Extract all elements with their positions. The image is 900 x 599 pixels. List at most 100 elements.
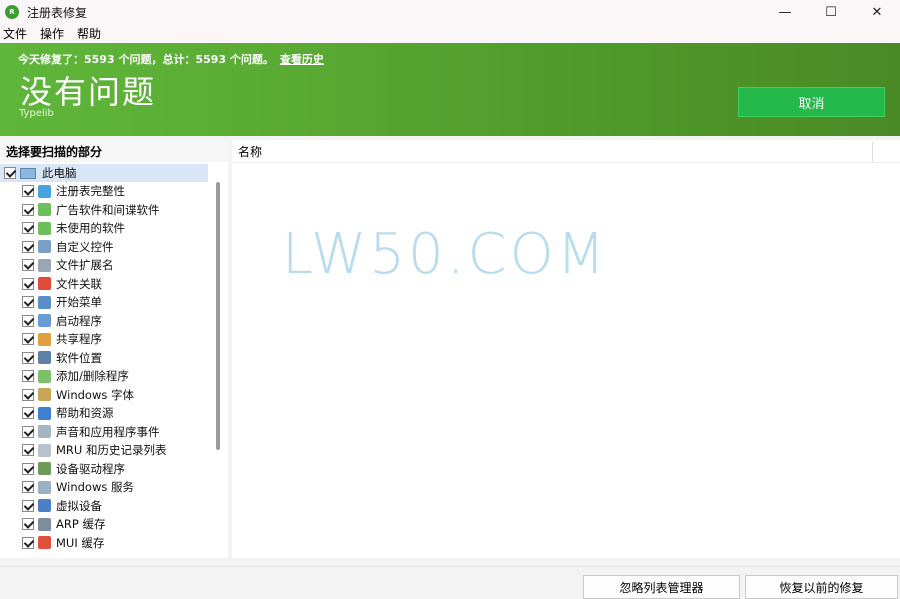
section-item[interactable]: ARP 缓存 (0, 515, 214, 534)
view-history-link[interactable]: 查看历史 (280, 53, 324, 66)
menu-bar: 文件 操作 帮助 (0, 24, 900, 43)
section-label: 声音和应用程序事件 (56, 424, 160, 439)
section-label: Windows 服务 (56, 480, 134, 495)
help-icon (38, 406, 51, 420)
computer-icon (20, 167, 36, 179)
section-item[interactable]: Windows 字体 (0, 386, 214, 405)
driver-icon (38, 462, 51, 476)
window-title: 注册表修复 (27, 5, 88, 20)
virtual-device-icon (38, 499, 51, 513)
root-checkbox[interactable] (4, 167, 16, 179)
ignore-list-manager-button[interactable]: 忽略列表管理器 (583, 575, 740, 599)
section-checkbox[interactable] (22, 203, 34, 216)
watermark: LW50.COM (282, 222, 608, 287)
section-item[interactable]: 文件扩展名 (0, 256, 214, 275)
column-name-label: 名称 (238, 144, 263, 159)
section-checkbox[interactable] (22, 481, 34, 494)
registry-icon (38, 184, 51, 198)
section-item[interactable]: 开始菜单 (0, 293, 214, 312)
section-checkbox[interactable] (22, 296, 34, 309)
cancel-button[interactable]: 取消 (738, 87, 885, 117)
section-item[interactable]: 自定义控件 (0, 238, 214, 257)
section-item[interactable]: 注册表完整性 (0, 182, 214, 201)
section-checkbox[interactable] (22, 222, 34, 235)
maximize-button[interactable]: ☐ (808, 0, 854, 24)
section-checkbox[interactable] (22, 462, 34, 475)
bottom-bar: 忽略列表管理器 恢复以前的修复 (0, 566, 900, 599)
section-item[interactable]: 虚拟设备 (0, 497, 214, 516)
section-label: 开始菜单 (56, 295, 102, 310)
menu-actions[interactable]: 操作 (40, 25, 64, 42)
maximize-icon: ☐ (825, 4, 837, 20)
section-label: 注册表完整性 (56, 184, 125, 199)
section-item[interactable]: 声音和应用程序事件 (0, 423, 214, 442)
restore-previous-repairs-button[interactable]: 恢复以前的修复 (745, 575, 898, 599)
section-item[interactable]: 未使用的软件 (0, 219, 214, 238)
section-label: 帮助和资源 (56, 406, 114, 421)
section-label: ARP 缓存 (56, 517, 106, 532)
section-item[interactable]: 广告软件和间谍软件 (0, 201, 214, 220)
section-label: 文件关联 (56, 276, 102, 291)
startup-icon (38, 314, 51, 328)
section-checkbox[interactable] (22, 518, 34, 531)
section-checkbox[interactable] (22, 259, 34, 272)
window-controls: — ☐ ✕ (762, 0, 900, 24)
spyware-icon (38, 203, 51, 217)
shared-programs-icon (38, 332, 51, 346)
sections-tree: 此电脑 注册表完整性广告软件和间谍软件 未使用的软件 自定义控件文件扩展名 文件关联开… (0, 164, 214, 556)
section-checkbox[interactable] (22, 240, 34, 253)
menu-file[interactable]: 文件 (3, 25, 27, 42)
column-separator[interactable] (872, 142, 873, 162)
section-label: 虚拟设备 (56, 498, 102, 513)
section-checkbox[interactable] (22, 536, 34, 549)
section-label: 启动程序 (56, 313, 102, 328)
section-item[interactable]: 设备驱动程序 (0, 460, 214, 479)
section-checkbox[interactable] (22, 277, 34, 290)
section-label: 广告软件和间谍软件 (56, 202, 160, 217)
section-checkbox[interactable] (22, 425, 34, 438)
add-remove-icon (38, 369, 51, 383)
tree-root-this-pc[interactable]: 此电脑 (0, 164, 208, 182)
section-label: 软件位置 (56, 350, 102, 365)
file-extension-icon (38, 258, 51, 272)
root-label: 此电脑 (42, 166, 77, 180)
section-checkbox[interactable] (22, 407, 34, 420)
section-label: 共享程序 (56, 332, 102, 347)
section-checkbox[interactable] (22, 351, 34, 364)
section-item[interactable]: 帮助和资源 (0, 404, 214, 423)
section-item[interactable]: 启动程序 (0, 312, 214, 331)
history-icon (38, 443, 51, 457)
section-checkbox[interactable] (22, 499, 34, 512)
close-icon: ✕ (871, 4, 883, 20)
minimize-button[interactable]: — (762, 0, 808, 24)
section-label: 未使用的软件 (56, 221, 125, 236)
section-label: 自定义控件 (56, 239, 114, 254)
section-checkbox[interactable] (22, 185, 34, 198)
section-checkbox[interactable] (22, 314, 34, 327)
section-item[interactable]: 文件关联 (0, 275, 214, 294)
section-item[interactable]: MUI 缓存 (0, 534, 214, 553)
scan-sections-panel: 选择要扫描的部分 此电脑 注册表完整性 广告软件和间谍软件 未使用的软件 自定义控件文… (0, 140, 228, 558)
section-item[interactable]: 共享程序 (0, 330, 214, 349)
font-icon (38, 388, 51, 402)
section-item[interactable]: MRU 和历史记录列表 (0, 441, 214, 460)
results-panel: 名称 LW50.COM (232, 140, 900, 558)
section-checkbox[interactable] (22, 370, 34, 383)
results-column-header[interactable]: 名称 (232, 140, 900, 163)
title-bar: R 注册表修复 — ☐ ✕ (0, 0, 900, 24)
section-item[interactable]: 软件位置 (0, 349, 214, 368)
section-checkbox[interactable] (22, 444, 34, 457)
minimize-icon: — (778, 4, 792, 20)
tree-scrollbar[interactable] (216, 182, 220, 450)
close-button[interactable]: ✕ (854, 0, 900, 24)
file-association-icon (38, 277, 51, 291)
start-menu-icon (38, 295, 51, 309)
menu-help[interactable]: 帮助 (77, 25, 101, 42)
app-logo-icon: R (5, 5, 19, 19)
section-item[interactable]: 添加/删除程序 (0, 367, 214, 386)
section-checkbox[interactable] (22, 388, 34, 401)
repair-summary: 今天修复了：5593 个问题，总计：5593 个问题。 查看历史 (18, 51, 324, 67)
section-label: MRU 和历史记录列表 (56, 443, 167, 458)
section-checkbox[interactable] (22, 333, 34, 346)
section-item[interactable]: Windows 服务 (0, 478, 214, 497)
